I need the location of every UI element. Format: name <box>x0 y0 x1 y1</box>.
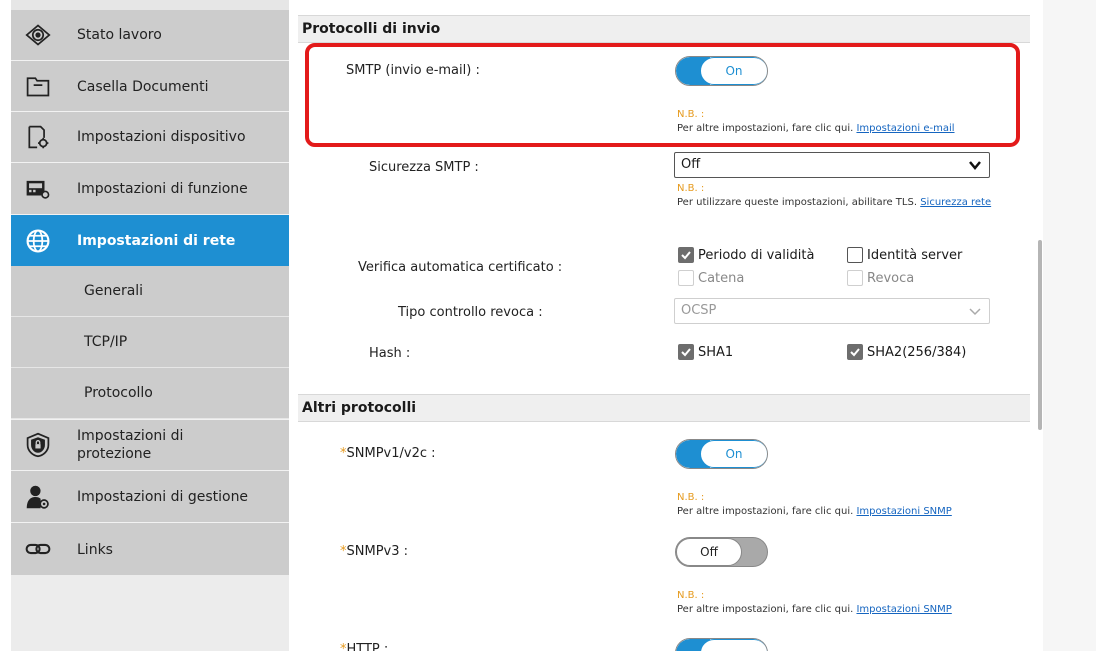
checkbox-label: Revoca <box>867 270 915 286</box>
note-text: Per utilizzare queste impostazioni, abil… <box>677 197 918 208</box>
checkbox-box <box>847 344 863 360</box>
snmp-settings-link[interactable]: Impostazioni SNMP <box>856 506 951 517</box>
checkbox-validity-period[interactable]: Periodo di validità <box>678 247 814 263</box>
sidebar-subitem-tcpip[interactable]: TCP/IP <box>11 317 289 367</box>
admin-user-icon <box>25 484 51 510</box>
checkbox-label: Catena <box>698 270 745 286</box>
sidebar-item-impostazioni-gestione[interactable]: Impostazioni di gestione <box>11 471 289 522</box>
checkbox-label: Identità server <box>867 247 963 263</box>
sidebar-item-label: Stato lavoro <box>77 27 162 43</box>
smtp-security-note: N.B. : Per utilizzare queste impostazion… <box>677 182 1017 210</box>
sidebar-item-links[interactable]: Links <box>11 523 289 575</box>
snmpv3-note: N.B. : Per altre impostazioni, fare clic… <box>677 589 952 617</box>
sidebar-item-label: Impostazioni di protezione <box>77 428 184 462</box>
smtp-highlight-box <box>305 43 1020 147</box>
smtp-security-select[interactable]: Off <box>674 152 990 178</box>
sidebar-item-label: Generali <box>84 283 144 299</box>
checkbox-chain[interactable]: Catena <box>678 270 744 286</box>
sidebar-item-impostazioni-dispositivo[interactable]: Impostazioni dispositivo <box>11 112 289 162</box>
snmpv3-toggle[interactable]: Off <box>675 537 768 567</box>
select-value: Off <box>681 157 701 172</box>
scrollbar-thumb[interactable] <box>1038 240 1042 430</box>
sidebar-item-label: TCP/IP <box>84 334 128 350</box>
checkbox-box <box>847 247 863 263</box>
sidebar-item-label: Impostazioni dispositivo <box>77 129 246 145</box>
note-text: Per altre impostazioni, fare clic qui. <box>677 604 854 615</box>
checkbox-server-identity[interactable]: Identità server <box>847 247 962 263</box>
sidebar-item-casella-documenti[interactable]: Casella Documenti <box>11 61 289 111</box>
hash-label: Hash : <box>369 346 411 361</box>
checkbox-sha1[interactable]: SHA1 <box>678 344 733 360</box>
sidebar: Stato lavoro Casella Documenti Impostazi… <box>11 0 289 651</box>
sidebar-item-label: Impostazioni di funzione <box>77 180 248 197</box>
network-security-link[interactable]: Sicurezza rete <box>920 197 991 208</box>
toggle-state: On <box>700 440 767 468</box>
snmpv1-label: *SNMPv1/v2c : <box>340 446 436 461</box>
note-label: N.B. : <box>677 183 705 194</box>
folder-icon <box>25 73 51 99</box>
checkbox-label: SHA1 <box>698 344 734 360</box>
device-settings-icon <box>25 124 51 150</box>
checkbox-box <box>847 270 863 286</box>
checkbox-revocation[interactable]: Revoca <box>847 270 914 286</box>
snmpv3-label: *SNMPv3 : <box>340 544 409 559</box>
revocation-type-label: Tipo controllo revoca : <box>398 305 543 320</box>
checkbox-box <box>678 247 694 263</box>
checkbox-sha2[interactable]: SHA2(256/384) <box>847 344 966 360</box>
link-icon <box>25 536 51 562</box>
select-value: OCSP <box>681 303 717 318</box>
cert-check-label: Verifica automatica certificato : <box>358 260 563 275</box>
checkbox-box <box>678 344 694 360</box>
sidebar-item-label: Casella Documenti <box>77 79 209 95</box>
eye-icon <box>25 22 51 48</box>
section-header-other-protocols: Altri protocolli <box>298 394 1030 422</box>
sidebar-item-impostazioni-funzione[interactable]: Impostazioni di funzione <box>11 163 289 214</box>
note-label: N.B. : <box>677 492 705 503</box>
scrollbar-track <box>1043 0 1096 651</box>
checkbox-label: Periodo di validità <box>698 247 815 263</box>
section-header-send-protocols: Protocolli di invio <box>298 15 1030 43</box>
function-settings-icon <box>25 176 51 202</box>
checkbox-box <box>678 270 694 286</box>
sidebar-item-label: Impostazioni di gestione <box>77 488 249 505</box>
sidebar-subitem-protocollo[interactable]: Protocollo <box>11 368 289 418</box>
snmpv1-toggle[interactable]: On <box>675 439 768 469</box>
snmpv1-note: N.B. : Per altre impostazioni, fare clic… <box>677 491 952 519</box>
sidebar-subitem-generali[interactable]: Generali <box>11 266 289 316</box>
note-label: N.B. : <box>677 590 705 601</box>
sidebar-item-impostazioni-rete[interactable]: Impostazioni di rete <box>11 215 289 266</box>
sidebar-item-label: Protocollo <box>84 385 153 401</box>
chevron-down-icon <box>969 299 981 332</box>
sidebar-item-impostazioni-protezione[interactable]: Impostazioni di protezione <box>11 420 289 470</box>
checkbox-label: SHA2(256/384) <box>867 344 967 360</box>
toggle-state: Off <box>676 538 742 566</box>
revocation-type-select[interactable]: OCSP <box>674 298 990 324</box>
snmp-settings-link[interactable]: Impostazioni SNMP <box>856 604 951 615</box>
sidebar-item-stato-lavoro[interactable]: Stato lavoro <box>11 10 289 60</box>
globe-icon <box>25 228 51 254</box>
sidebar-item-label: Links <box>77 542 113 558</box>
sidebar-item-label: Impostazioni di rete <box>77 232 236 249</box>
smtp-security-label: Sicurezza SMTP : <box>369 160 479 175</box>
note-text: Per altre impostazioni, fare clic qui. <box>677 506 854 517</box>
shield-icon <box>25 432 51 458</box>
http-label: *HTTP : <box>340 642 389 651</box>
http-toggle[interactable] <box>675 638 768 651</box>
